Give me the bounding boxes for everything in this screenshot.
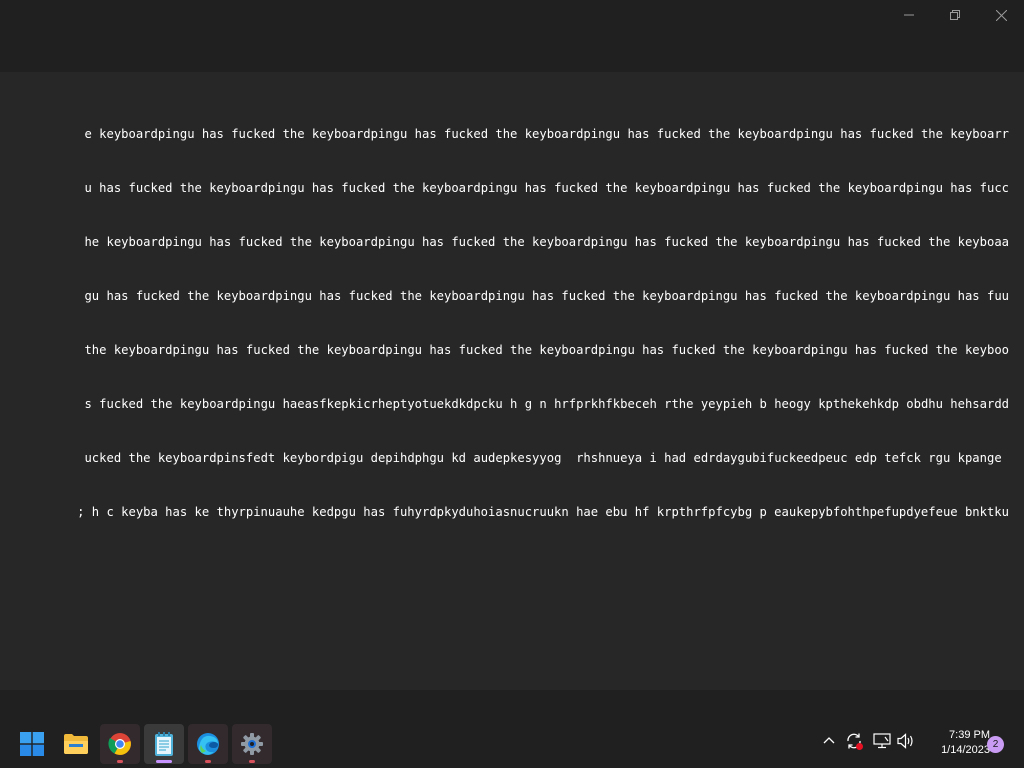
show-hidden-icons-button[interactable] (820, 731, 838, 749)
notepad-icon (155, 732, 173, 756)
folder-icon (64, 734, 88, 754)
running-indicator (117, 760, 123, 763)
text-line: u has fucked the keyboardpingu has fucke… (84, 181, 1009, 195)
running-indicator (249, 760, 255, 763)
settings-button[interactable] (232, 724, 272, 764)
editor-text: e keyboardpingu has fucked the keyboardp… (77, 89, 1009, 557)
close-button[interactable] (978, 0, 1024, 30)
active-indicator (156, 760, 172, 763)
running-indicator (205, 760, 211, 763)
text-line: gu has fucked the keyboardpingu has fuck… (84, 289, 1009, 303)
taskbar: 7:39 PM 1/14/2023 (0, 690, 1024, 768)
text-line: s fucked the keyboardpingu haeasfkepkicr… (84, 397, 1009, 411)
clock-time: 7:39 PM (949, 729, 990, 741)
windows-logo-icon (20, 732, 44, 756)
file-explorer-button[interactable] (56, 724, 96, 764)
sync-error-icon (847, 733, 863, 750)
text-line: ucked the keyboardpinsfedt keybordpigu d… (84, 451, 1009, 465)
window-controls (886, 0, 1024, 30)
edge-button[interactable] (188, 724, 228, 764)
text-line: e keyboardpingu has fucked the keyboardp… (84, 127, 1009, 141)
chrome-button[interactable] (100, 724, 140, 764)
notepad-button[interactable] (144, 724, 184, 764)
title-bar (0, 0, 1024, 72)
minimize-icon (904, 14, 914, 16)
restore-icon (950, 10, 960, 20)
notification-badge[interactable]: 2 (987, 736, 1004, 753)
minimize-button[interactable] (886, 0, 932, 30)
network-button[interactable] (872, 731, 892, 751)
chrome-icon (108, 733, 131, 755)
volume-icon (897, 733, 913, 749)
edge-icon (197, 733, 219, 755)
text-line: ; h c keyba has ke thyrpinuauhe kedpgu h… (77, 505, 1009, 519)
clock[interactable]: 7:39 PM 1/14/2023 (920, 728, 990, 758)
network-icon (873, 733, 891, 749)
text-line: he keyboardpingu has fucked the keyboard… (84, 235, 1009, 249)
start-button[interactable] (12, 724, 52, 764)
volume-button[interactable] (896, 731, 916, 751)
text-editor-area[interactable]: e keyboardpingu has fucked the keyboardp… (0, 72, 1024, 690)
gear-icon (241, 733, 263, 755)
restore-button[interactable] (932, 0, 978, 30)
text-line: the keyboardpingu has fucked the keyboar… (84, 343, 1009, 357)
close-icon (995, 9, 1007, 21)
sync-status-button[interactable] (844, 731, 864, 751)
clock-date: 1/14/2023 (941, 744, 990, 756)
chevron-up-icon (823, 737, 835, 744)
